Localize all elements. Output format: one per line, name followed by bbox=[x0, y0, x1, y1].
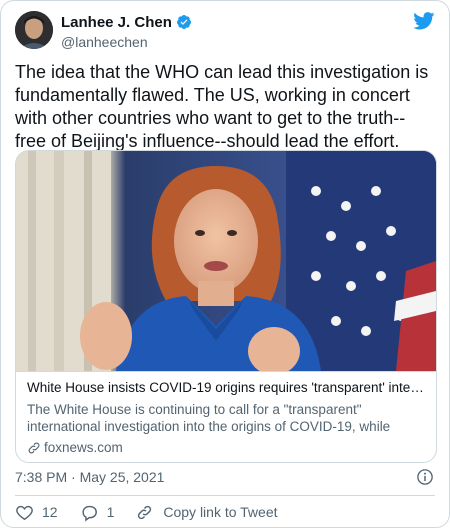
author-handle[interactable]: @lanheechen bbox=[61, 34, 192, 50]
reply-count: 1 bbox=[106, 504, 115, 520]
tweet-card: Lanhee J. Chen @lanheechen The idea that… bbox=[0, 0, 450, 528]
link-domain: foxnews.com bbox=[27, 440, 123, 455]
reply-icon bbox=[82, 505, 97, 521]
like-count: 12 bbox=[42, 504, 58, 520]
link-domain-text: foxnews.com bbox=[44, 440, 123, 455]
link-icon bbox=[28, 442, 40, 453]
link-title: White House insists COVID-19 origins req… bbox=[27, 380, 427, 395]
link-preview-meta: White House insists COVID-19 origins req… bbox=[16, 371, 436, 462]
tweet-header: Lanhee J. Chen @lanheechen bbox=[15, 11, 437, 51]
info-icon[interactable] bbox=[416, 468, 434, 486]
tweet-text: The idea that the WHO can lead this inve… bbox=[15, 62, 429, 151]
copy-link-label: Copy link to Tweet bbox=[163, 504, 278, 520]
link-preview-image bbox=[16, 151, 436, 371]
verified-badge-icon bbox=[176, 14, 192, 30]
avatar[interactable] bbox=[15, 11, 53, 49]
tweet-actions: 12 1 Copy link to Tweet bbox=[15, 501, 300, 523]
twitter-bird-icon[interactable] bbox=[413, 12, 435, 30]
like-button[interactable]: 12 bbox=[15, 503, 58, 522]
tweet-timestamp[interactable]: 7:38 PM · May 25, 2021 bbox=[15, 469, 164, 485]
author-info: Lanhee J. Chen @lanheechen bbox=[61, 13, 192, 50]
copy-link-button[interactable]: Copy link to Tweet bbox=[136, 504, 278, 521]
reply-button[interactable]: 1 bbox=[80, 503, 115, 522]
heart-icon bbox=[16, 505, 33, 520]
copy-link-icon bbox=[138, 505, 152, 519]
divider bbox=[15, 495, 435, 496]
link-preview-card[interactable]: White House insists COVID-19 origins req… bbox=[15, 150, 437, 463]
author-name[interactable]: Lanhee J. Chen bbox=[61, 14, 172, 31]
link-description: The White House is continuing to call fo… bbox=[27, 402, 391, 434]
